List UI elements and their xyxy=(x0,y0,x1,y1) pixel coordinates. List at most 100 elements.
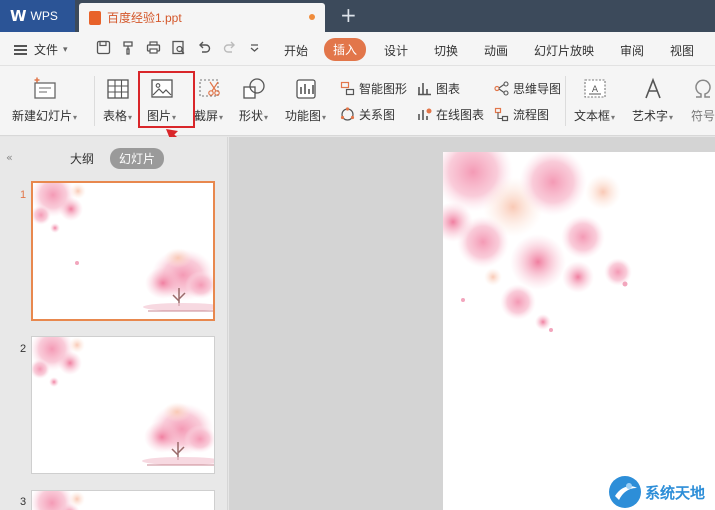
function-chart-label: 功能图 xyxy=(285,109,322,123)
slide-thumbnail-1[interactable] xyxy=(31,181,215,321)
flowchart-label: 流程图 xyxy=(513,108,550,122)
collapse-panel-icon[interactable]: « xyxy=(6,151,13,164)
new-slide-button[interactable]: 新建幻灯片▾ xyxy=(12,76,77,124)
chevron-down-icon: ▾ xyxy=(63,44,68,54)
smart-art-button[interactable]: 智能图形 xyxy=(340,80,407,97)
ribbon-toolbar: 新建幻灯片▾ 表格▾ 图片▾ 截屏▾ 形状▾ 功能图▾ 智能图形 关系图 图表 … xyxy=(0,66,715,136)
tab-animations[interactable]: 动画 xyxy=(484,42,508,59)
tab-slides[interactable]: 幻灯片 xyxy=(110,148,165,169)
redo-icon[interactable] xyxy=(222,40,237,55)
online-chart-button[interactable]: 在线图表 xyxy=(417,106,484,123)
format-painter-icon[interactable] xyxy=(121,40,136,55)
screenshot-label: 截屏 xyxy=(194,109,219,123)
tab-insert[interactable]: 插入 xyxy=(324,38,367,61)
undo-icon[interactable] xyxy=(197,40,212,55)
chevron-down-icon: ▾ xyxy=(669,113,674,122)
omega-symbol-icon xyxy=(695,79,711,98)
chevron-down-icon: ▾ xyxy=(73,113,78,122)
menu-bar: 文件 ▾ 开始 插入 设计 切换 动画 幻灯片放映 审阅 视图 xyxy=(0,32,715,66)
slide-number: 3 xyxy=(20,496,27,508)
function-chart-button[interactable]: 功能图▾ xyxy=(285,76,326,124)
tab-review[interactable]: 审阅 xyxy=(620,42,644,59)
tab-view[interactable]: 视图 xyxy=(670,42,694,59)
chevron-down-icon: ▾ xyxy=(611,113,616,122)
ppt-file-icon xyxy=(89,10,101,25)
unsaved-indicator-icon xyxy=(309,14,315,20)
relation-chart-icon xyxy=(340,107,355,121)
site-watermark: 系统天地 xyxy=(609,476,705,508)
textbox-label: 文本框 xyxy=(574,109,611,123)
smart-art-icon xyxy=(340,81,355,96)
cherry-blossom-image xyxy=(33,183,213,312)
relation-chart-button[interactable]: 关系图 xyxy=(340,106,395,123)
print-preview-icon[interactable] xyxy=(171,40,186,55)
shape-label: 形状 xyxy=(239,109,264,123)
wps-logo-icon: W xyxy=(10,7,27,25)
tab-outline[interactable]: 大纲 xyxy=(70,150,94,167)
chevron-down-icon: ▾ xyxy=(322,113,327,122)
chart-icon xyxy=(418,83,431,96)
app-name: WPS xyxy=(30,9,58,23)
cherry-blossom-background-image xyxy=(443,152,632,332)
watermark-text: 系统天地 xyxy=(645,484,706,502)
online-chart-label: 在线图表 xyxy=(436,108,485,122)
cherry-blossom-image xyxy=(32,337,214,466)
word-art-label: 艺术字 xyxy=(632,109,669,123)
slide-thumbnail-3[interactable] xyxy=(31,490,215,510)
function-chart-icon xyxy=(295,79,316,99)
slide-thumbnail-2[interactable] xyxy=(31,336,215,474)
file-menu-button[interactable]: 文件 ▾ xyxy=(14,41,68,58)
table-icon xyxy=(106,79,129,99)
hamburger-icon xyxy=(14,44,27,55)
slide-editing-canvas[interactable] xyxy=(229,137,715,510)
screenshot-icon xyxy=(198,79,220,97)
symbol-label: 符号 xyxy=(690,109,715,123)
mind-map-icon xyxy=(494,81,509,96)
new-slide-icon xyxy=(33,77,56,99)
cherry-blossom-image xyxy=(32,491,85,510)
slide-number: 2 xyxy=(20,343,27,355)
document-tab-label: 百度经验1.ppt xyxy=(107,11,182,25)
chevron-down-icon: ▾ xyxy=(264,113,269,122)
screenshot-button[interactable]: 截屏▾ xyxy=(194,76,223,124)
current-slide[interactable] xyxy=(443,152,715,510)
table-button[interactable]: 表格▾ xyxy=(103,76,132,124)
flowchart-button[interactable]: 流程图 xyxy=(494,106,549,123)
mind-map-button[interactable]: 思维导图 xyxy=(494,80,561,97)
new-tab-button[interactable]: + xyxy=(340,3,357,27)
new-slide-label: 新建幻灯片 xyxy=(12,109,73,123)
symbol-button[interactable]: 符号 xyxy=(690,76,715,124)
ribbon-divider xyxy=(565,76,566,126)
picture-highlight-box xyxy=(138,71,195,128)
title-bar: W WPS 百度经验1.ppt + xyxy=(0,0,715,32)
file-menu-label: 文件 xyxy=(34,43,59,57)
tab-slideshow[interactable]: 幻灯片放映 xyxy=(534,42,594,59)
document-tab[interactable]: 百度经验1.ppt xyxy=(79,3,325,32)
tab-transitions[interactable]: 切换 xyxy=(434,42,458,59)
textbox-icon: A xyxy=(583,79,606,98)
slide-number: 1 xyxy=(20,189,27,201)
print-icon[interactable] xyxy=(146,40,161,55)
chart-button[interactable]: 图表 xyxy=(417,80,460,97)
word-art-button[interactable]: 艺术字▾ xyxy=(632,76,673,124)
slide-panel: « 大纲 幻灯片 1 2 3 xyxy=(0,137,228,510)
smart-art-label: 智能图形 xyxy=(359,82,408,96)
chart-label: 图表 xyxy=(436,82,461,96)
chevron-down-icon: ▾ xyxy=(128,113,133,122)
flowchart-icon xyxy=(494,107,509,122)
table-label: 表格 xyxy=(103,109,128,123)
ribbon-divider xyxy=(94,76,95,126)
online-chart-icon xyxy=(418,108,432,120)
save-icon[interactable] xyxy=(96,40,111,55)
chevron-down-icon: ▾ xyxy=(219,113,224,122)
mind-map-label: 思维导图 xyxy=(513,82,562,96)
word-art-icon xyxy=(644,77,661,99)
watermark-logo-icon xyxy=(609,476,641,508)
shape-icon xyxy=(242,78,265,99)
customize-toolbar-icon[interactable] xyxy=(248,40,261,55)
tab-home[interactable]: 开始 xyxy=(284,42,308,59)
shape-button[interactable]: 形状▾ xyxy=(239,76,268,124)
textbox-button[interactable]: A 文本框▾ xyxy=(574,76,615,124)
wps-menu-button[interactable]: W WPS xyxy=(0,0,75,32)
tab-design[interactable]: 设计 xyxy=(384,42,408,59)
